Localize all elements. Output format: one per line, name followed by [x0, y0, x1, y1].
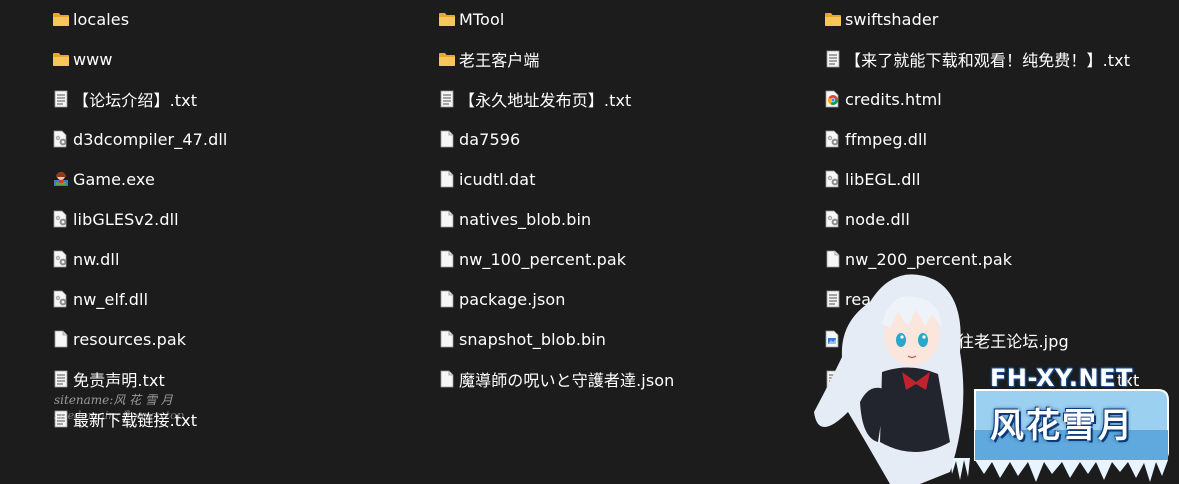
blank-file-icon [438, 369, 456, 389]
dll-file-icon [52, 129, 70, 149]
file-item[interactable]: libEGL.dll [824, 159, 921, 199]
file-item[interactable]: natives_blob.bin [438, 199, 591, 239]
file-name: Game.exe [73, 169, 155, 189]
file-name: nw.dll [73, 249, 120, 269]
file-name: package.json [459, 289, 566, 309]
blank-file-icon [438, 129, 456, 149]
file-item[interactable]: d3dcompiler_47.dll [52, 119, 227, 159]
blank-file-icon [438, 329, 456, 349]
file-item[interactable]: package.json [438, 279, 566, 319]
file-name: 【永久地址发布页】.txt [459, 91, 632, 110]
file-name: resources.pak [73, 329, 187, 349]
file-name: credits.html [845, 89, 942, 109]
file-item[interactable]: credits.html [824, 79, 942, 119]
file-item[interactable]: locales [52, 0, 129, 39]
file-item[interactable]: ffmpeg.dll [824, 119, 927, 159]
dll-file-icon [824, 169, 842, 189]
file-item[interactable]: nw_100_percent.pak [438, 239, 626, 279]
file-item[interactable]: Game.exe [52, 159, 155, 199]
file-name: libGLESv2.dll [73, 209, 179, 229]
watermark-sitename: sitename:风 花 雪 月 sitedomain: fhxy-cc.top [54, 392, 184, 424]
folder-icon [438, 49, 456, 69]
dll-file-icon [52, 209, 70, 229]
text-file-icon [438, 89, 456, 109]
file-name: www [73, 49, 113, 69]
folder-icon [52, 9, 70, 29]
file-item[interactable]: www [52, 39, 113, 79]
blank-file-icon [52, 329, 70, 349]
dll-file-icon [52, 249, 70, 269]
dll-file-icon [824, 209, 842, 229]
file-item[interactable]: libGLESv2.dll [52, 199, 179, 239]
file-name: nw_100_percent.pak [459, 249, 627, 269]
watermark-site-domain: FH-XY.NET [990, 364, 1133, 392]
file-name: node.dll [845, 209, 910, 229]
file-name: nw_elf.dll [73, 289, 149, 309]
file-name: swiftshader [845, 9, 939, 29]
file-item[interactable]: 【来了就能下载和观看！纯免费！】.txt [824, 39, 1130, 79]
file-name: icudtl.dat [459, 169, 536, 189]
file-name: da7596 [459, 129, 521, 149]
text-file-icon [52, 89, 70, 109]
file-item[interactable]: icudtl.dat [438, 159, 536, 199]
file-item[interactable]: 魔導師の呪いと守護者達.json [438, 359, 674, 399]
file-item[interactable]: 老王客户端 [438, 39, 540, 79]
file-item[interactable]: snapshot_blob.bin [438, 319, 606, 359]
html-file-icon [824, 89, 842, 109]
file-name: snapshot_blob.bin [459, 329, 607, 349]
blank-file-icon [438, 289, 456, 309]
file-name: MTool [459, 9, 505, 29]
dll-file-icon [824, 129, 842, 149]
file-name: ffmpeg.dll [845, 129, 928, 149]
file-item[interactable]: node.dll [824, 199, 910, 239]
blank-file-icon [438, 249, 456, 269]
watermark-line1: sitename:风 花 雪 月 [54, 393, 173, 407]
file-name: d3dcompiler_47.dll [73, 129, 228, 149]
file-name: 免责声明.txt [73, 371, 165, 390]
blank-file-icon [438, 209, 456, 229]
folder-icon [52, 49, 70, 69]
file-name: natives_blob.bin [459, 209, 592, 229]
file-item[interactable]: MTool [438, 0, 504, 39]
file-item[interactable]: nw.dll [52, 239, 120, 279]
file-item[interactable]: 【论坛介绍】.txt [52, 79, 197, 119]
file-item[interactable]: resources.pak [52, 319, 186, 359]
dll-file-icon [52, 289, 70, 309]
file-name: libEGL.dll [845, 169, 921, 189]
watermark-line2: sitedomain: fhxy-cc.top [54, 409, 184, 422]
file-item[interactable]: 【永久地址发布页】.txt [438, 79, 631, 119]
file-name: 【来了就能下载和观看！纯免费！】.txt [845, 51, 1131, 70]
file-name: 魔導師の呪いと守護者達.json [459, 371, 675, 390]
text-file-icon [52, 369, 70, 389]
file-item[interactable]: nw_elf.dll [52, 279, 148, 319]
exe-icon [52, 169, 70, 189]
folder-icon [438, 9, 456, 29]
file-name: locales [73, 9, 130, 29]
blank-file-icon [438, 169, 456, 189]
watermark-brand: 风花雪月 [990, 406, 1134, 446]
file-item[interactable]: swiftshader [824, 0, 938, 39]
file-name: 【论坛介绍】.txt [73, 91, 198, 110]
file-item[interactable]: da7596 [438, 119, 520, 159]
folder-icon [824, 9, 842, 29]
file-name: 老王客户端 [459, 51, 540, 70]
text-file-icon [824, 49, 842, 69]
